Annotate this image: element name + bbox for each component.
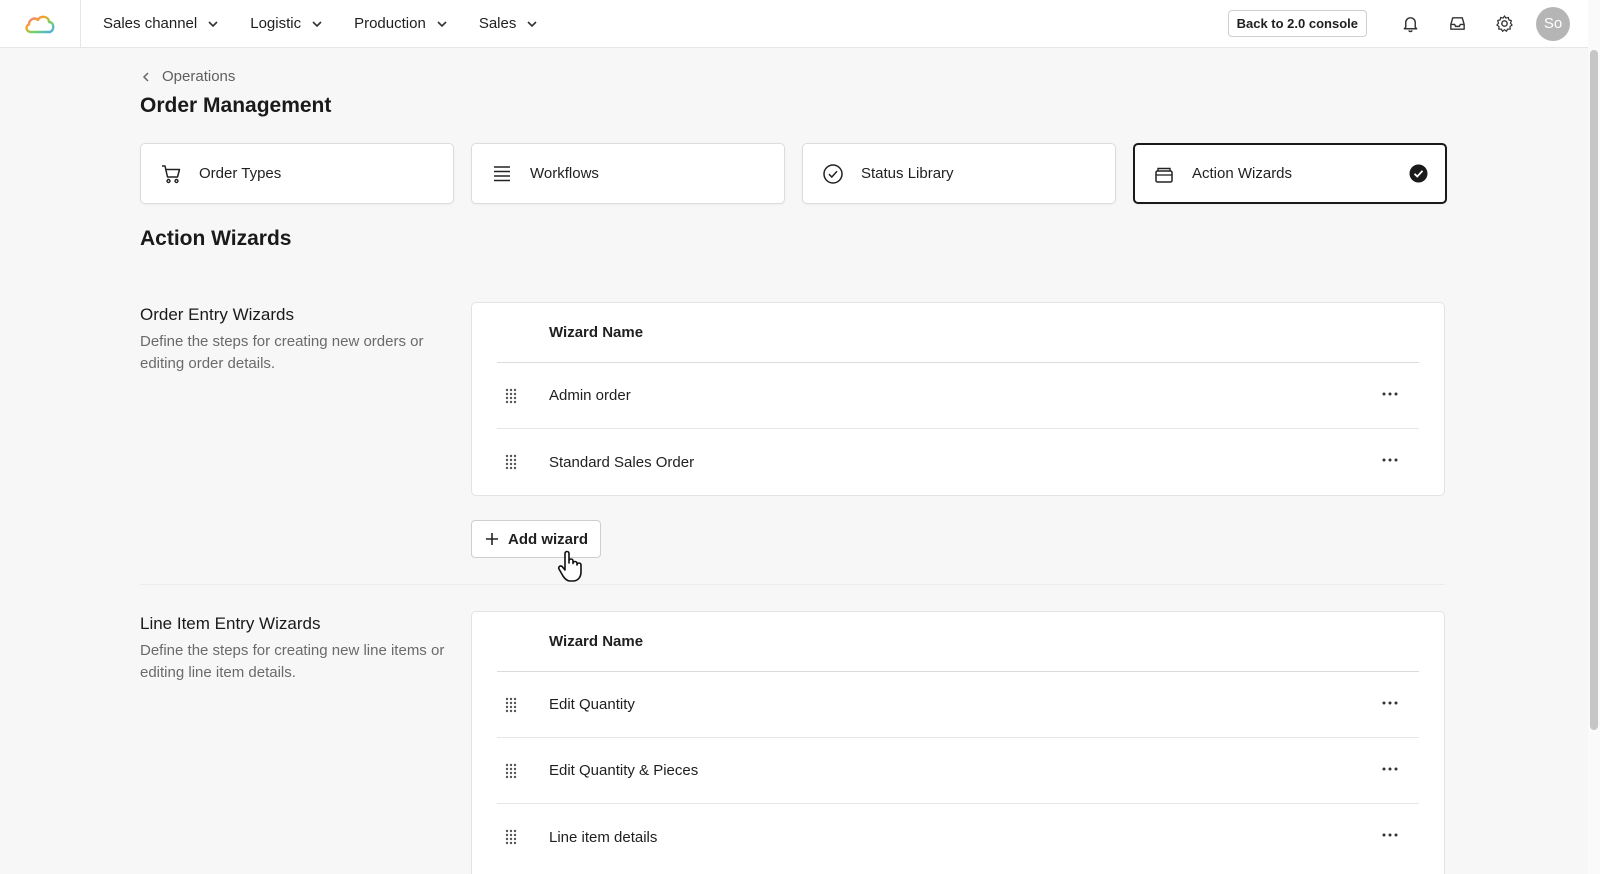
- column-header-wizard-name: Wizard Name: [497, 303, 1419, 363]
- chevron-down-icon: [527, 20, 537, 27]
- inbox-button[interactable]: [1434, 0, 1481, 48]
- scrollbar-track[interactable]: [1588, 0, 1600, 874]
- line-item-entry-table: Wizard Name Edit Quantity Edit Quantity …: [471, 611, 1445, 874]
- table-row[interactable]: Standard Sales Order: [497, 429, 1419, 495]
- wizard-name: Edit Quantity & Pieces: [549, 762, 699, 779]
- chevron-down-icon: [312, 20, 322, 27]
- nav-item-label: Sales channel: [103, 15, 198, 32]
- avatar[interactable]: So: [1536, 6, 1570, 41]
- nav-actions: Back to 2.0 console So: [1227, 0, 1588, 48]
- bell-icon: [1403, 17, 1418, 33]
- tab-label: Order Types: [199, 165, 282, 182]
- drag-handle-icon[interactable]: [504, 453, 518, 471]
- back-to-console-button[interactable]: Back to 2.0 console: [1227, 10, 1367, 37]
- inbox-icon: [1450, 17, 1465, 30]
- chevron-down-icon: [437, 20, 447, 27]
- chevron-left-icon: [142, 71, 149, 82]
- tab-label: Action Wizards: [1192, 165, 1293, 182]
- list-icon: [494, 165, 510, 181]
- add-wizard-label: Add wizard: [508, 530, 589, 548]
- nav-item-logistic[interactable]: Logistic: [250, 15, 324, 32]
- hand-pointer-cursor-icon: [557, 550, 582, 582]
- cart-icon: [162, 164, 181, 183]
- section-title: Action Wizards: [140, 227, 292, 250]
- check-circle-icon: [823, 163, 843, 184]
- wizard-name: Admin order: [549, 387, 631, 404]
- more-options-icon[interactable]: [1381, 385, 1399, 403]
- nav-item-label: Sales: [478, 15, 517, 32]
- more-options-icon[interactable]: [1381, 694, 1399, 712]
- drag-handle-icon[interactable]: [504, 387, 518, 405]
- more-options-icon[interactable]: [1381, 451, 1399, 469]
- tab-label: Workflows: [530, 165, 599, 182]
- more-options-icon[interactable]: [1381, 826, 1399, 844]
- line-item-entry-description: Define the steps for creating new line i…: [140, 642, 445, 681]
- order-entry-description: Define the steps for creating new orders…: [140, 333, 424, 372]
- nav-item-sales-channel[interactable]: Sales channel: [103, 15, 220, 32]
- notifications-button[interactable]: [1387, 0, 1434, 48]
- breadcrumb-label: Operations: [162, 68, 236, 85]
- tab-bar: Order Types Workflows Status Library Act…: [140, 143, 1447, 204]
- drag-handle-icon[interactable]: [504, 828, 518, 846]
- main-menu: Sales channel Logistic Production Sales: [81, 0, 569, 48]
- nav-item-label: Production: [354, 15, 426, 32]
- settings-button[interactable]: [1481, 0, 1528, 48]
- gear-icon: [1496, 15, 1513, 32]
- section-divider: [140, 584, 1445, 585]
- drag-handle-icon[interactable]: [504, 762, 518, 780]
- nav-item-label: Logistic: [250, 15, 302, 32]
- page-title: Order Management: [140, 94, 332, 117]
- wizard-name: Edit Quantity: [549, 696, 635, 713]
- table-row[interactable]: Edit Quantity: [497, 672, 1419, 738]
- plus-icon: [486, 533, 498, 545]
- nav-item-production[interactable]: Production: [354, 15, 449, 32]
- table-row[interactable]: Edit Quantity & Pieces: [497, 738, 1419, 804]
- table-row[interactable]: Line item details: [497, 804, 1419, 870]
- nav-item-sales[interactable]: Sales: [479, 15, 540, 32]
- more-options-icon[interactable]: [1381, 760, 1399, 778]
- logo[interactable]: [0, 0, 81, 48]
- table-row[interactable]: Admin order: [497, 363, 1419, 429]
- chevron-down-icon: [208, 20, 218, 27]
- top-navigation: Sales channel Logistic Production Sales …: [0, 0, 1588, 48]
- scrollbar-thumb[interactable]: [1590, 50, 1598, 730]
- breadcrumb[interactable]: Operations: [140, 68, 235, 85]
- wizard-name: Standard Sales Order: [549, 453, 695, 471]
- column-header-wizard-name: Wizard Name: [497, 612, 1419, 672]
- order-entry-title: Order Entry Wizards: [140, 305, 294, 324]
- tab-label: Status Library: [861, 165, 954, 182]
- selected-check-icon: [1409, 164, 1428, 183]
- tab-workflows[interactable]: Workflows: [471, 143, 785, 204]
- tab-order-types[interactable]: Order Types: [140, 143, 454, 204]
- drag-handle-icon[interactable]: [504, 696, 518, 714]
- stack-icon: [1155, 167, 1173, 183]
- cloud-logo-icon: [25, 15, 55, 33]
- tab-action-wizards[interactable]: Action Wizards: [1133, 143, 1447, 204]
- tab-status-library[interactable]: Status Library: [802, 143, 1116, 204]
- order-entry-table: Wizard Name Admin order Standard Sales O…: [471, 302, 1445, 496]
- line-item-entry-title: Line Item Entry Wizards: [140, 614, 321, 633]
- wizard-name: Line item details: [549, 828, 658, 846]
